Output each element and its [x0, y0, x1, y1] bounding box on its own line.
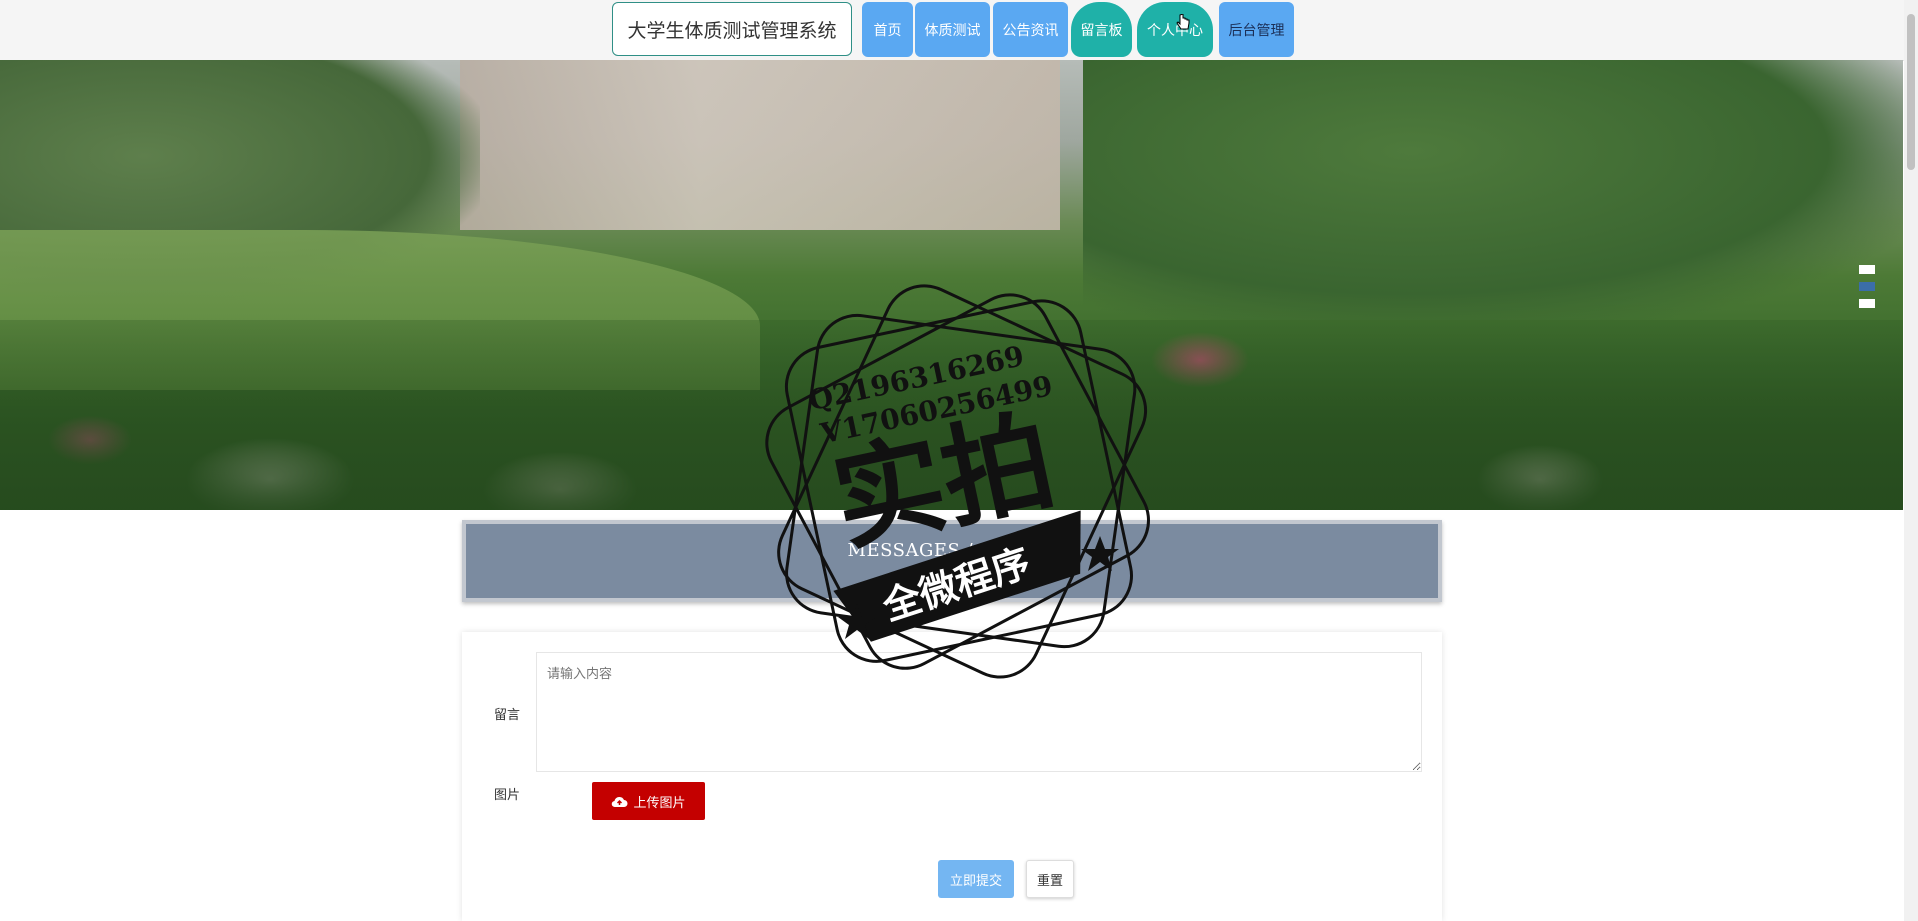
site-title[interactable]: 大学生体质测试管理系统	[612, 2, 852, 56]
section-header: MESSAGES / ADVICE 留言板	[462, 520, 1442, 602]
message-form: 留言 图片 上传图片 立即提交 重置	[462, 632, 1442, 921]
nav-fitness-test[interactable]: 体质测试	[915, 2, 990, 57]
section-title-cn: 留言板	[931, 565, 973, 582]
banner-carousel	[0, 60, 1903, 510]
section-title-en: MESSAGES / ADVICE	[847, 539, 1057, 561]
hand-cursor-icon	[1176, 14, 1190, 30]
carousel-dot-1[interactable]	[1859, 265, 1875, 274]
nav-announcements[interactable]: 公告资讯	[993, 2, 1068, 57]
nav-personal-center[interactable]: 个人中心	[1137, 2, 1213, 57]
reset-button[interactable]: 重置	[1026, 860, 1074, 898]
upload-image-button[interactable]: 上传图片	[592, 782, 705, 820]
carousel-dot-2[interactable]	[1859, 282, 1875, 291]
upload-image-label: 上传图片	[633, 795, 686, 811]
carousel-indicators	[1859, 265, 1875, 316]
banner-flowers	[0, 320, 1903, 510]
message-label: 留言	[494, 708, 521, 723]
submit-button[interactable]: 立即提交	[938, 860, 1014, 898]
top-navbar: 大学生体质测试管理系统 首页 体质测试 公告资讯 留言板 个人中心 后台管理	[0, 0, 1918, 61]
nav-admin[interactable]: 后台管理	[1219, 2, 1294, 57]
image-label: 图片	[494, 788, 521, 803]
banner-building	[460, 60, 1060, 230]
banner-trees-right	[1083, 60, 1903, 320]
carousel-dot-3[interactable]	[1859, 299, 1875, 308]
message-textarea[interactable]	[536, 652, 1422, 772]
scrollbar[interactable]	[1904, 0, 1918, 921]
scroll-thumb[interactable]	[1907, 14, 1915, 170]
nav-message-board[interactable]: 留言板	[1071, 2, 1132, 57]
cloud-upload-icon	[612, 796, 628, 807]
nav-home[interactable]: 首页	[862, 2, 913, 57]
